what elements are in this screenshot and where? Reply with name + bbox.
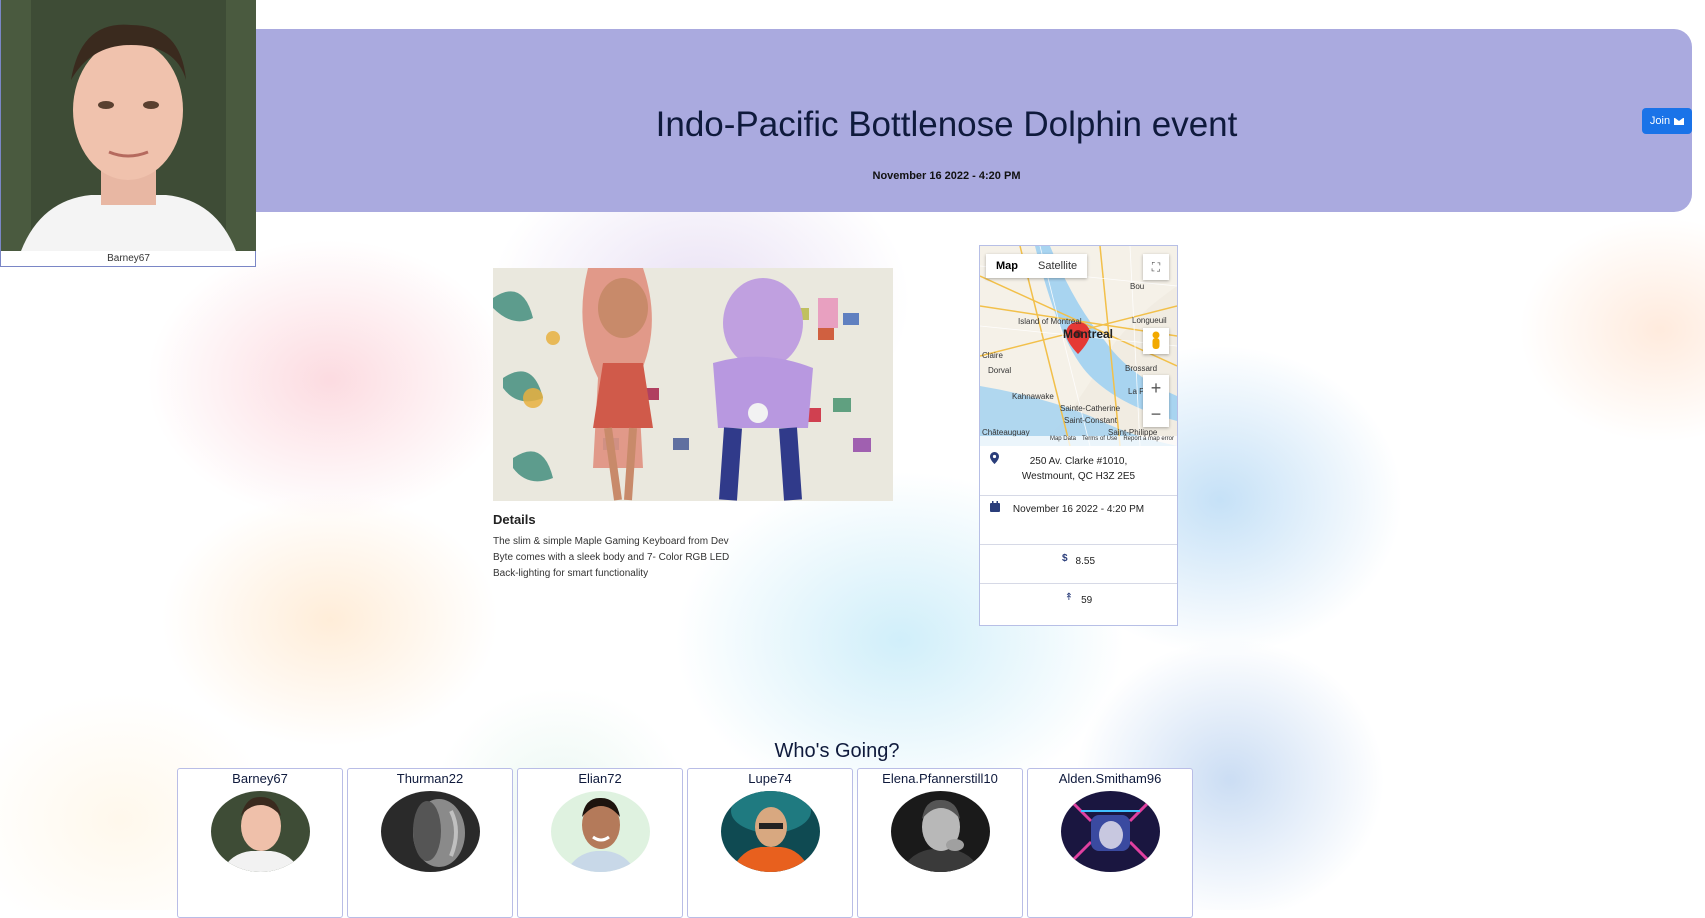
- fullscreen-icon[interactable]: ⛶: [1143, 254, 1169, 280]
- event-header: Indo-Pacific Bottlenose Dolphin event No…: [240, 29, 1692, 212]
- price-value: 8.55: [1075, 556, 1096, 567]
- person-icon: ↟: [1064, 592, 1074, 603]
- date-row: November 16 2022 - 4:20 PM: [980, 496, 1177, 545]
- envelope-icon: [1674, 117, 1685, 125]
- join-button-label: Join: [1649, 115, 1671, 127]
- map-data-link[interactable]: Map Data: [1050, 436, 1076, 446]
- event-datetime: November 16 2022 - 4:20 PM: [872, 170, 1021, 182]
- event-info-card: Island of Montreal Longueuil Dorval Bros…: [979, 245, 1178, 626]
- map-label: Saint-Constant: [1064, 416, 1117, 425]
- host-avatar: [1, 0, 256, 251]
- location-map[interactable]: Island of Montreal Longueuil Dorval Bros…: [980, 246, 1177, 446]
- map-label: Brossard: [1125, 364, 1158, 373]
- address-line-1: 250 Av. Clarke #1010,: [1029, 456, 1128, 467]
- event-image: [493, 268, 893, 501]
- host-card[interactable]: Barney67: [0, 0, 256, 267]
- host-username: Barney67: [107, 253, 150, 264]
- tab-map[interactable]: Map: [986, 254, 1028, 278]
- dollar-icon: $: [1061, 553, 1068, 564]
- capacity-row: ↟ 59: [980, 584, 1177, 625]
- tab-satellite[interactable]: Satellite: [1028, 254, 1087, 278]
- map-label: Longueuil: [1132, 316, 1167, 325]
- event-title: Indo-Pacific Bottlenose Dolphin event: [655, 105, 1238, 144]
- map-footer: Map Data Terms of Use Report a map error: [980, 436, 1177, 446]
- map-label: Island of Montreal: [1018, 317, 1082, 326]
- attendees-heading: Who's Going?: [774, 740, 900, 762]
- map-label: Sainte-Catherine: [1060, 404, 1121, 413]
- address-row: 250 Av. Clarke #1010, Westmount, QC H3Z …: [980, 447, 1177, 496]
- price-value-group: $8.55: [980, 551, 1177, 569]
- map-label: Kahnawake: [1012, 392, 1054, 401]
- zoom-out-button[interactable]: −: [1143, 401, 1169, 427]
- join-button[interactable]: Join: [1642, 108, 1692, 134]
- map-type-tabs: Map Satellite: [986, 254, 1088, 278]
- map-label: Claire: [982, 351, 1003, 360]
- details-text: The slim & simple Maple Gaming Keyboard …: [493, 536, 730, 579]
- report-error-link[interactable]: Report a map error: [1123, 436, 1174, 446]
- map-city-label: Montreal: [1063, 327, 1114, 341]
- event-date: November 16 2022 - 4:20 PM: [1012, 504, 1145, 515]
- capacity-value-group: ↟ 59: [980, 590, 1177, 608]
- capacity-value: 59: [1081, 595, 1093, 606]
- terms-link[interactable]: Terms of Use: [1082, 436, 1117, 446]
- address-line-2: Westmount, QC H3Z 2E5: [1021, 471, 1136, 482]
- map-label: Dorval: [988, 366, 1012, 375]
- details-heading: Details: [493, 512, 536, 527]
- map-label: Bou: [1130, 282, 1145, 291]
- pegman-icon[interactable]: [1143, 328, 1169, 354]
- price-row: $8.55: [980, 545, 1177, 584]
- map-zoom-controls: + −: [1143, 375, 1169, 427]
- zoom-in-button[interactable]: +: [1143, 375, 1169, 401]
